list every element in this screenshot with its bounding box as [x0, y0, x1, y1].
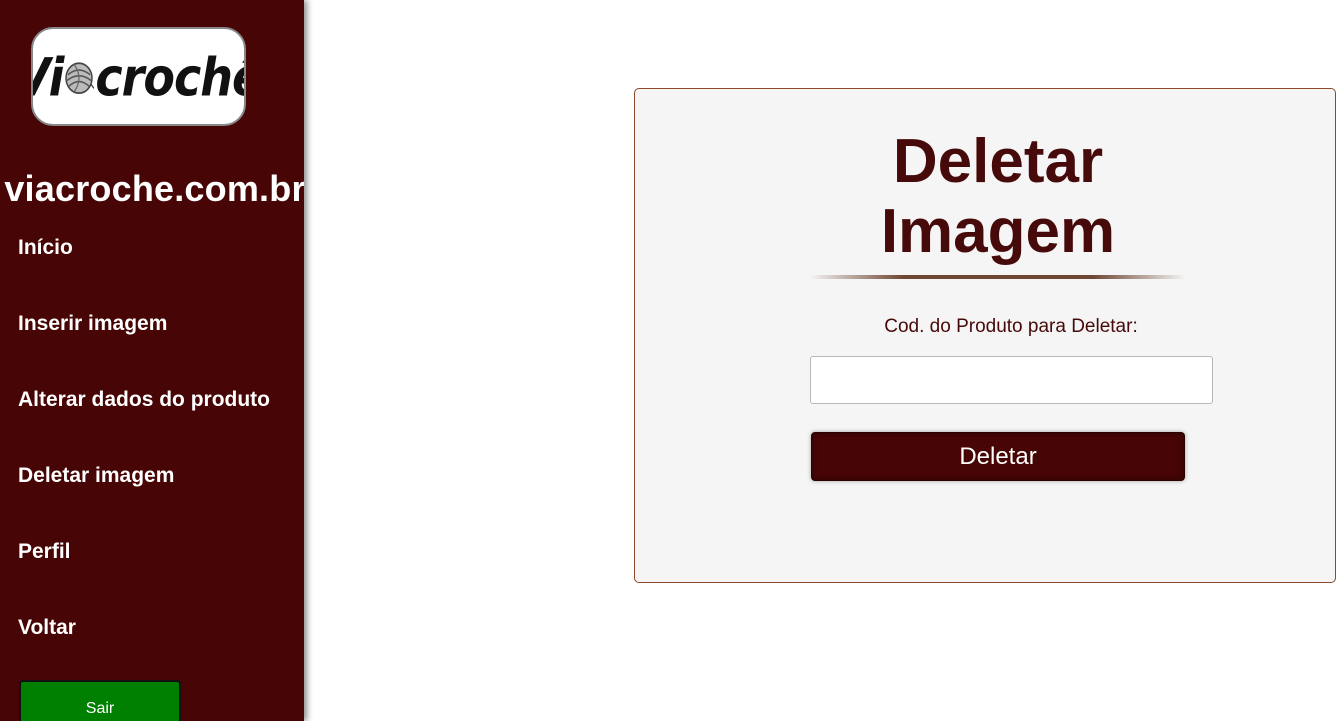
sidebar-item-inicio[interactable]: Início: [18, 230, 270, 306]
logout-button[interactable]: Sair: [19, 680, 181, 721]
logo-text-left: Vi: [33, 45, 64, 108]
sidebar-item-alterar-dados[interactable]: Alterar dados do produto: [18, 382, 270, 458]
page-title-line-2: Imagem: [880, 197, 1116, 266]
title-divider: [810, 275, 1186, 279]
page-title-line-1: Deletar: [892, 127, 1104, 196]
page-title: Deletar Imagem: [635, 127, 1342, 267]
product-code-label: Cod. do Produto para Deletar:: [884, 316, 1138, 337]
logo-wordmark: Vi crochê: [33, 45, 246, 108]
sidebar-item-inserir-imagem[interactable]: Inserir imagem: [18, 306, 270, 382]
yarn-ball-icon: [64, 45, 101, 107]
sidebar-item-deletar-imagem[interactable]: Deletar imagem: [18, 458, 270, 534]
sidebar-item-perfil[interactable]: Perfil: [18, 534, 270, 610]
site-logo[interactable]: Vi crochê: [31, 27, 246, 126]
site-name: viacroche.com.br: [4, 168, 304, 209]
sidebar-item-voltar[interactable]: Voltar: [18, 610, 270, 686]
delete-image-form: Deletar Imagem Cod. do Produto para Dele…: [634, 88, 1336, 583]
delete-button[interactable]: Deletar: [811, 432, 1185, 481]
sidebar-nav: Início Inserir imagem Alterar dados do p…: [18, 230, 270, 686]
sidebar: Vi crochê viacroche.com.br Início Inseri…: [0, 0, 304, 721]
logo-text-right: crochê: [95, 45, 246, 108]
product-code-input[interactable]: [810, 356, 1213, 404]
